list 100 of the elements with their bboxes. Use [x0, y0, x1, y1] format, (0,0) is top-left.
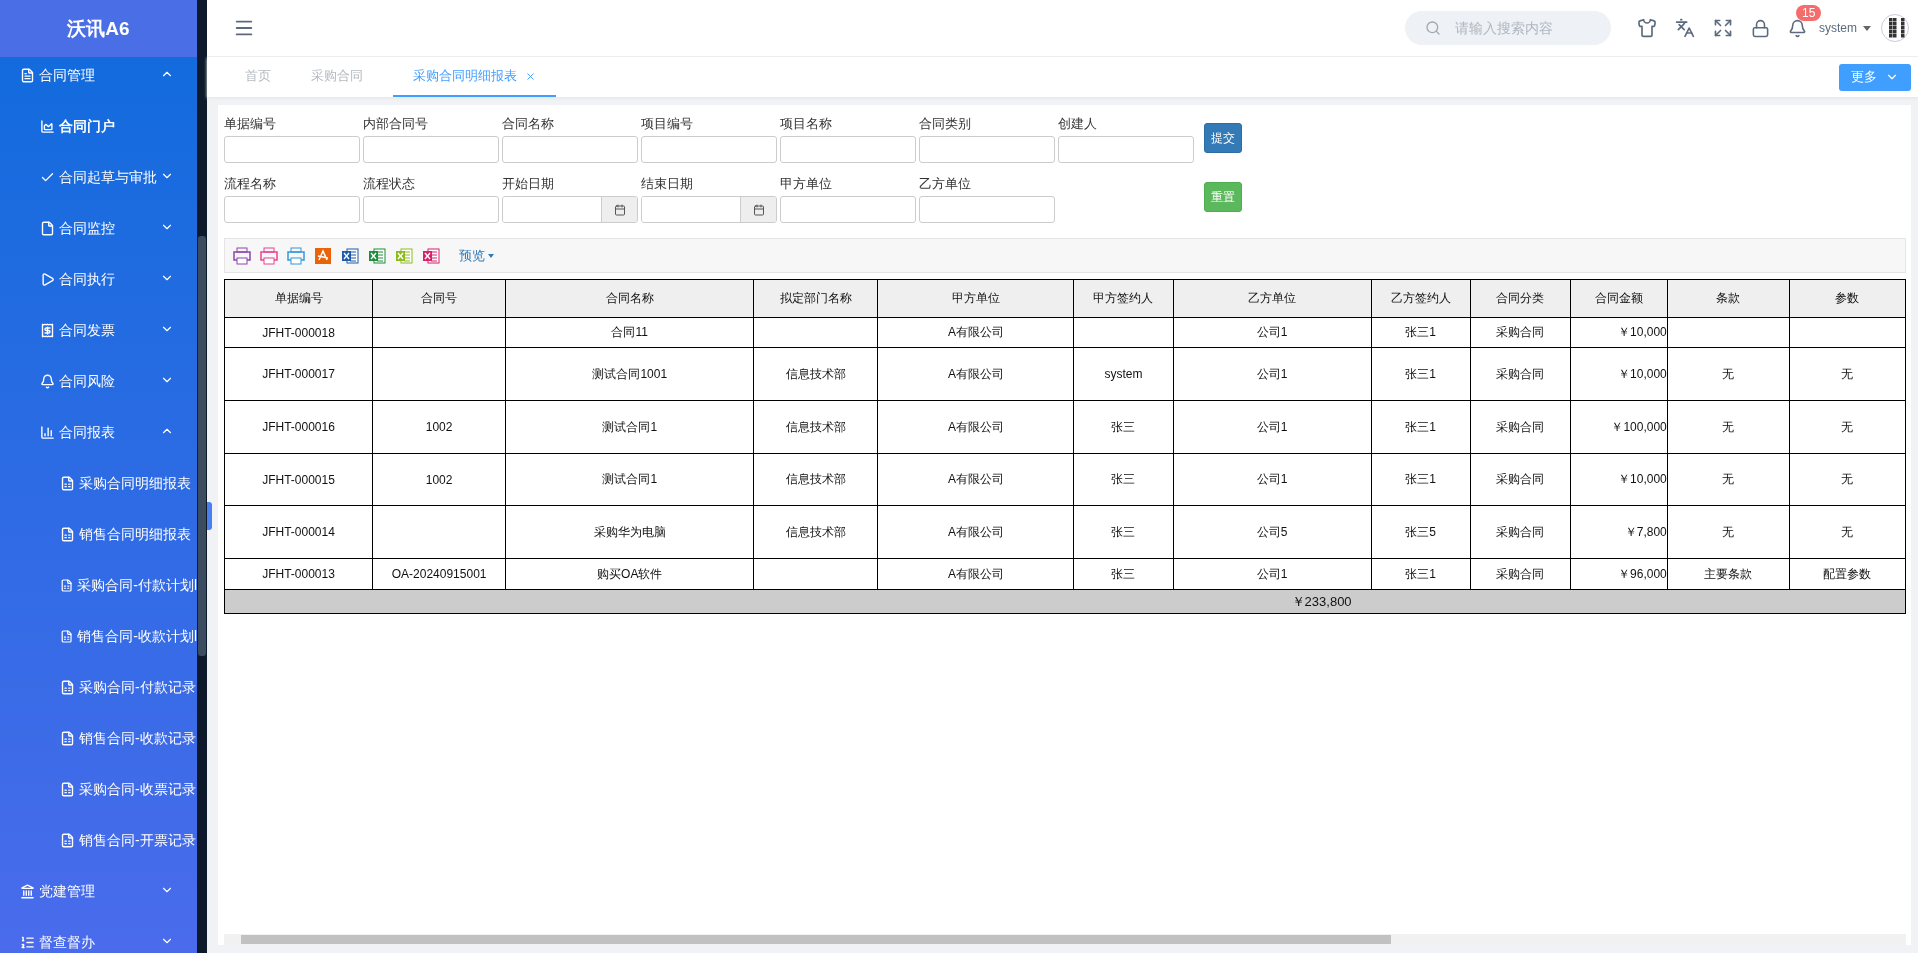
table-cell: 张三 — [1073, 400, 1173, 454]
table-cell: 采购合同 — [1470, 347, 1571, 401]
table-cell: 公司1 — [1173, 400, 1372, 454]
submit-button[interactable]: 提交 — [1204, 123, 1242, 153]
column-header: 单据编号 — [224, 279, 373, 318]
table-cell: 测试合同1 — [505, 400, 754, 454]
table-cell: JFHT-000014 — [224, 505, 373, 559]
table-cell: ￥10,000 — [1570, 347, 1668, 401]
menu-item[interactable]: 销售合同明细报表 — [0, 509, 197, 560]
spreadsheet-icon[interactable] — [422, 246, 440, 265]
notification-badge: 15 — [1796, 4, 1822, 21]
calendar-icon[interactable] — [601, 197, 637, 222]
user-menu[interactable]: system — [1819, 21, 1871, 35]
printer-icon[interactable] — [287, 246, 305, 265]
menu-item-icon — [60, 833, 75, 848]
table-cell: 张三5 — [1371, 505, 1471, 559]
table-cell: 无 — [1667, 505, 1790, 559]
close-icon[interactable] — [525, 70, 536, 82]
table-cell: JFHT-000017 — [224, 347, 373, 401]
more-button[interactable]: 更多 — [1839, 63, 1911, 91]
table-cell: A有限公司 — [877, 505, 1074, 559]
table-cell: 张三1 — [1371, 453, 1471, 506]
shirt-icon[interactable] — [1637, 18, 1657, 38]
preview-dropdown[interactable]: 预览 — [459, 246, 494, 265]
field-label: 单据编号 — [224, 115, 277, 133]
column-header: 参数 — [1789, 279, 1906, 318]
menu-item-icon — [60, 527, 75, 542]
menu-item[interactable]: 合同门户 — [0, 101, 197, 152]
menu-item[interactable]: 合同执行 — [0, 254, 197, 305]
search-box[interactable]: 请输入搜索内容 — [1405, 11, 1611, 45]
menu-item[interactable]: 采购合同-付款记录 — [0, 662, 197, 713]
field-label: 流程名称 — [224, 175, 277, 193]
translate-icon[interactable] — [1675, 18, 1695, 38]
input-field[interactable] — [224, 196, 360, 223]
menu-item[interactable]: 合同管理 — [0, 57, 197, 101]
document-icon[interactable] — [341, 246, 359, 265]
menu-item[interactable]: 合同风险 — [0, 356, 197, 407]
input-field[interactable] — [1058, 136, 1194, 163]
menu-item[interactable]: 党建管理 — [0, 866, 197, 917]
table-cell: 公司1 — [1173, 453, 1372, 506]
spreadsheet-icon[interactable] — [395, 246, 413, 265]
menu-item[interactable]: 销售合同-收款记录 — [0, 713, 197, 764]
input-field[interactable] — [363, 196, 499, 223]
menu-item[interactable]: 采购合同-付款计划l — [0, 560, 197, 611]
column-header: 甲方单位 — [877, 279, 1074, 318]
menu-item[interactable]: 督查督办 — [0, 917, 197, 953]
table-cell: 张三1 — [1371, 558, 1471, 590]
menu-item[interactable]: 采购合同-收票记录 — [0, 764, 197, 815]
input-field[interactable] — [919, 196, 1055, 223]
input-field[interactable] — [919, 136, 1055, 163]
menu-item[interactable]: 合同起草与审批 — [0, 152, 197, 203]
table-cell: 采购合同 — [1470, 558, 1571, 590]
lock-icon[interactable] — [1751, 18, 1770, 38]
input-field[interactable] — [502, 136, 638, 163]
sidebar-scrollbar[interactable] — [197, 0, 207, 953]
column-header: 条款 — [1667, 279, 1790, 318]
input-field[interactable] — [641, 136, 777, 163]
printer-icon[interactable] — [260, 246, 278, 265]
fullscreen-icon[interactable] — [1713, 18, 1733, 38]
menu-item[interactable]: 合同监控 — [0, 203, 197, 254]
menu-item-icon — [60, 476, 75, 491]
menu-item[interactable]: 合同报表 — [0, 407, 197, 458]
spreadsheet-icon[interactable] — [368, 246, 386, 265]
table-cell: 无 — [1789, 505, 1906, 559]
table-cell: 无 — [1667, 347, 1790, 401]
table-cell: 1002 — [372, 400, 506, 454]
tab[interactable]: 采购合同明细报表 — [393, 57, 556, 97]
table-cell: 无 — [1789, 453, 1906, 506]
input-field[interactable] — [363, 136, 499, 163]
column-header: 合同分类 — [1470, 279, 1571, 318]
collapse-handle[interactable] — [207, 502, 212, 530]
menu-item[interactable]: 合同发票 — [0, 305, 197, 356]
table-cell: 无 — [1789, 347, 1906, 401]
bell-icon[interactable] — [1788, 18, 1807, 38]
pdf-icon[interactable] — [314, 246, 332, 265]
menu-item[interactable]: 采购合同明细报表 — [0, 458, 197, 509]
field-label: 内部合同号 — [363, 115, 429, 133]
table-cell: OA-20240915001 — [372, 558, 506, 590]
field-label: 合同类别 — [919, 115, 972, 133]
date-picker[interactable] — [502, 196, 638, 223]
date-picker[interactable] — [641, 196, 777, 223]
printer-icon[interactable] — [233, 246, 251, 265]
table-cell: 张三 — [1073, 505, 1173, 559]
input-field[interactable] — [224, 136, 360, 163]
table-cell: 信息技术部 — [753, 453, 878, 506]
reset-button[interactable]: 重置 — [1204, 182, 1242, 212]
horizontal-scrollbar[interactable] — [224, 934, 1906, 945]
menu-item[interactable]: 销售合同-收款计划l — [0, 611, 197, 662]
table-cell: A有限公司 — [877, 400, 1074, 454]
menu-item-icon — [40, 272, 55, 287]
column-header: 乙方签约人 — [1371, 279, 1471, 318]
table-cell: JFHT-000013 — [224, 558, 373, 590]
menu-item[interactable]: 销售合同-开票记录 — [0, 815, 197, 866]
input-field[interactable] — [780, 196, 916, 223]
calendar-icon[interactable] — [740, 197, 776, 222]
input-field[interactable] — [780, 136, 916, 163]
table-cell: 张三 — [1073, 453, 1173, 506]
table-cell: 1002 — [372, 453, 506, 506]
search-field[interactable]: 请输入搜索内容 — [1453, 19, 1603, 37]
table-cell: 测试合同1001 — [505, 347, 754, 401]
